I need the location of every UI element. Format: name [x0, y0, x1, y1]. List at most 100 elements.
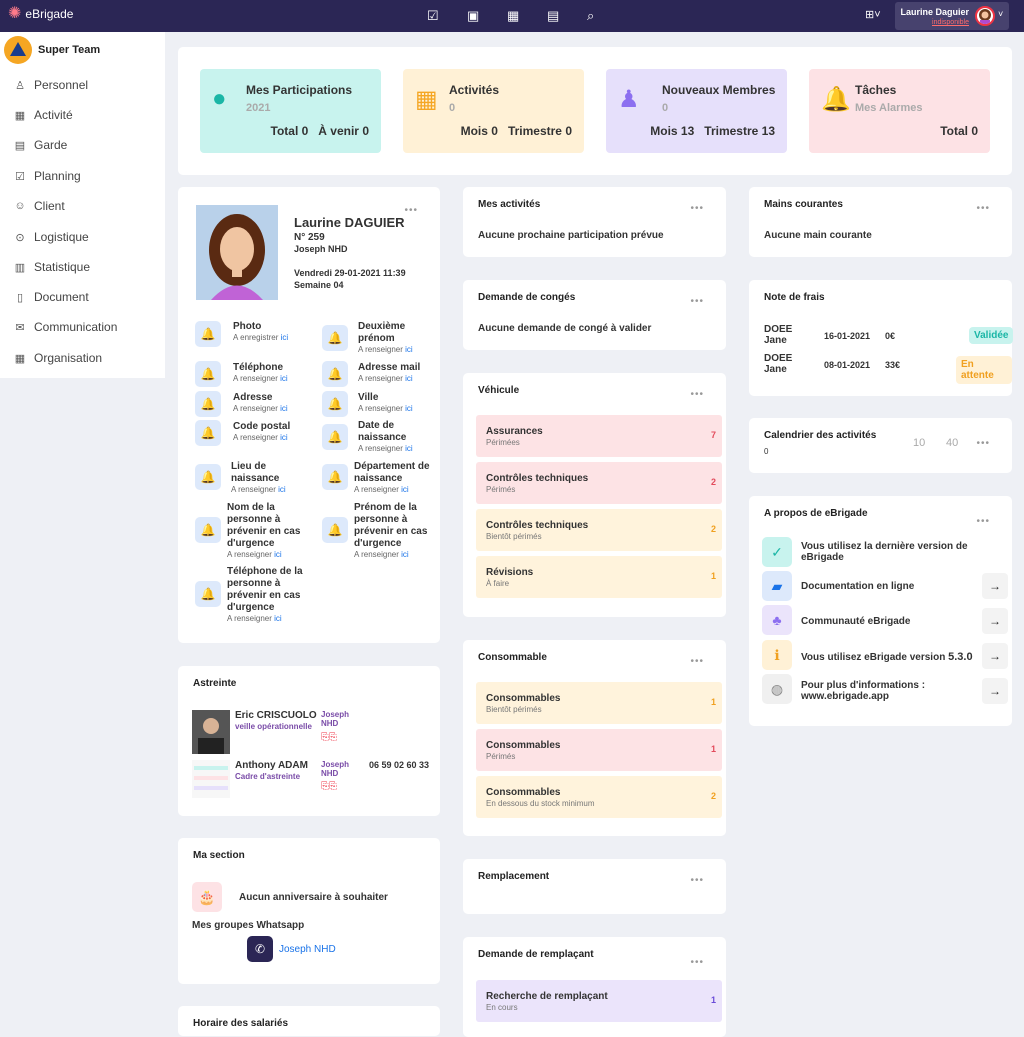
team-selector[interactable]: Super Team	[4, 36, 100, 64]
stat-participations[interactable]: ● Mes Participations 2021 Total 0 À veni…	[200, 69, 381, 153]
sidebar-item-planning[interactable]: ☑ Planning	[14, 169, 81, 183]
field-link[interactable]: ici	[280, 374, 288, 383]
frais-date: 16-01-2021	[824, 331, 871, 341]
field-label: Code postal	[233, 421, 291, 432]
field-link[interactable]: ici	[280, 404, 288, 413]
add-menu-button[interactable]: ⊞˅	[865, 8, 881, 21]
row-sub: En cours	[486, 1003, 518, 1012]
consommable-card: Consommable ••• Consommables Bientôt péri…	[463, 640, 726, 836]
sidebar-item-communication[interactable]: ✉ Communication	[14, 320, 117, 334]
community-link[interactable]: Communauté eBrigade	[801, 616, 910, 627]
handshake-icon: ♣	[762, 605, 792, 635]
list-item[interactable]: Contrôles techniques Bientôt périmés 2	[476, 509, 722, 551]
more-options-icon[interactable]: •••	[690, 957, 704, 968]
stat-values: Total 0	[940, 124, 978, 138]
field-link[interactable]: ici	[405, 444, 413, 453]
field-link[interactable]: ici	[280, 433, 288, 442]
more-options-icon[interactable]: •••	[976, 516, 990, 527]
field-link[interactable]: ici	[274, 550, 282, 559]
check-icon: ✓	[762, 537, 792, 567]
more-options-icon[interactable]: •••	[976, 438, 990, 449]
sidebar-item-statistique[interactable]: ▥ Statistique	[14, 260, 90, 274]
calendar-value: 0	[764, 447, 769, 456]
field-label: Prénom de la personne à prévenir en cas …	[354, 502, 428, 549]
more-options-icon[interactable]: •••	[404, 205, 418, 216]
bell-icon: 🔔	[195, 321, 221, 347]
person-name: Eric CRISCUOLO	[235, 710, 317, 721]
stat-values: Mois 0 Trimestre 0	[460, 124, 572, 138]
list-item[interactable]: Consommables Périmés 1	[476, 729, 722, 771]
list-item[interactable]: Assurances Périmées 7	[476, 415, 722, 457]
field-label: Date de naissance	[358, 420, 407, 443]
calendar-value: 10	[913, 437, 926, 449]
field-link[interactable]: ici	[274, 614, 282, 623]
arrow-right-icon[interactable]: →	[982, 573, 1008, 599]
field-hint: A renseigner	[227, 614, 272, 623]
card-title: A propos de eBrigade	[764, 508, 868, 519]
calendar-check-icon[interactable]: ☑	[427, 8, 439, 24]
clipboard-icon[interactable]: ▤	[547, 8, 559, 24]
sidebar-item-activite[interactable]: ▦ Activité	[14, 108, 73, 122]
search-icon[interactable]: ⌕	[587, 8, 594, 24]
arrow-right-icon[interactable]: →	[982, 678, 1008, 704]
birthday-text: Aucun anniversaire à souhaiter	[239, 892, 388, 903]
profile-week: Semaine 04	[294, 280, 344, 290]
field-link[interactable]: ici	[405, 345, 413, 354]
field-link[interactable]: ici	[401, 485, 409, 494]
stats-panel: ● Mes Participations 2021 Total 0 À veni…	[178, 47, 1012, 175]
sidebar-item-garde[interactable]: ▤ Garde	[14, 138, 68, 152]
field-link[interactable]: ici	[278, 485, 286, 494]
arrow-right-icon[interactable]: →	[982, 608, 1008, 634]
pdf-icon[interactable]: ⎘⎘	[321, 781, 337, 792]
more-options-icon[interactable]: •••	[690, 389, 704, 400]
arrow-right-icon[interactable]: →	[982, 643, 1008, 669]
pdf-icon[interactable]: ⎘⎘	[321, 732, 337, 743]
stat-title: Nouveaux Membres	[662, 83, 776, 97]
sidebar-item-document[interactable]: ▯ Document	[14, 290, 89, 304]
field-link[interactable]: ici	[401, 550, 409, 559]
sidebar-item-label: Activité	[34, 108, 73, 122]
person-name: Anthony ADAM	[235, 760, 308, 771]
list-item[interactable]: Consommables Bientôt périmés 1	[476, 682, 722, 724]
user-status[interactable]: indisponible	[932, 19, 969, 26]
more-options-icon[interactable]: •••	[690, 656, 704, 667]
sidebar-item-personnel[interactable]: ♙ Personnel	[14, 78, 88, 92]
row-count: 2	[710, 791, 716, 801]
list-item[interactable]: Recherche de remplaçant En cours 1	[476, 980, 722, 1022]
documentation-link[interactable]: Documentation en ligne	[801, 581, 914, 592]
field-label: Adresse mail	[358, 362, 421, 373]
more-options-icon[interactable]: •••	[690, 875, 704, 886]
file-icon: ▯	[16, 291, 24, 304]
list-item[interactable]: Révisions À faire 1	[476, 556, 722, 598]
user-icon: ♙	[15, 79, 25, 92]
globe-icon: ◍	[762, 674, 792, 704]
more-options-icon[interactable]: •••	[690, 203, 704, 214]
field-link[interactable]: ici	[405, 374, 413, 383]
calendar-value: 40	[946, 437, 959, 449]
stat-nouveaux-membres[interactable]: ♟ Nouveaux Membres 0 Mois 13 Trimestre 1…	[606, 69, 787, 153]
person-phone[interactable]: 06 59 02 60 33	[369, 760, 429, 770]
stat-sub: 0	[662, 102, 669, 114]
field-link[interactable]: ici	[405, 404, 413, 413]
card-title: Demande de remplaçant	[478, 949, 594, 960]
person-section: Joseph NHD	[321, 710, 350, 728]
whatsapp-group-link[interactable]: Joseph NHD	[279, 944, 336, 955]
list-item[interactable]: Consommables En dessous du stock minimum 2	[476, 776, 722, 818]
row-title: Contrôles techniques	[486, 520, 589, 531]
stat-taches[interactable]: 🔔 Tâches Mes Alarmes Total 0	[809, 69, 990, 153]
remplacement-card: Remplacement •••	[463, 859, 726, 914]
stat-activites[interactable]: ▦ Activités 0 Mois 0 Trimestre 0	[403, 69, 584, 153]
sidebar-item-logistique[interactable]: ⊙ Logistique	[14, 230, 88, 244]
profile-photo[interactable]	[196, 205, 278, 300]
sidebar-item-label: Planning	[34, 169, 81, 183]
user-menu[interactable]: Laurine Daguier indisponible ˅	[895, 2, 1009, 30]
more-options-icon[interactable]: •••	[690, 296, 704, 307]
sidebar-item-organisation[interactable]: ▦ Organisation	[14, 351, 102, 365]
sidebar-item-client[interactable]: ☺ Client	[14, 199, 64, 213]
field-link[interactable]: ici	[281, 333, 289, 342]
calendar-grid-icon[interactable]: ▦	[507, 8, 519, 24]
list-item[interactable]: Contrôles techniques Périmés 2	[476, 462, 722, 504]
calendar-icon[interactable]: ▣	[467, 8, 479, 24]
more-options-icon[interactable]: •••	[976, 203, 990, 214]
app-logo[interactable]: ✺ eBrigade	[8, 6, 73, 22]
